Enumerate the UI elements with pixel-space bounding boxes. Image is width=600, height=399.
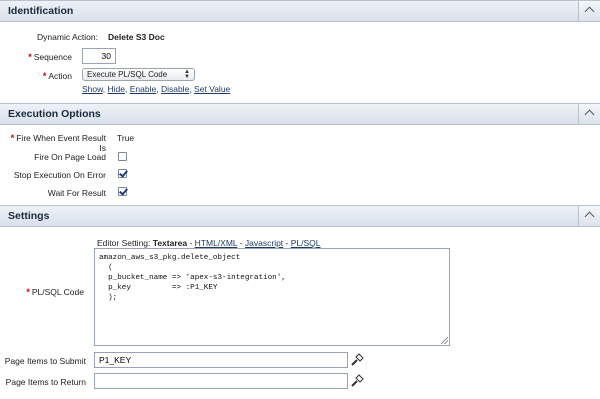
resize-grip-icon[interactable] xyxy=(441,337,448,344)
execution-options-header: Execution Options xyxy=(0,103,600,125)
items-to-submit-input[interactable] xyxy=(94,352,348,368)
required-marker: * xyxy=(10,133,15,143)
fire-when-value: True xyxy=(117,133,135,143)
chevron-up-icon xyxy=(584,6,595,17)
stop-on-error-label: Stop Execution On Error xyxy=(13,170,106,180)
plsql-code-label: * PL/SQL Code xyxy=(26,287,84,297)
editor-link-javascript[interactable]: Javascript xyxy=(245,238,283,248)
action-link-enable[interactable]: Enable xyxy=(130,84,156,94)
sequence-label: * Sequence xyxy=(28,52,72,62)
action-select[interactable]: Execute PL/SQL Code ▲ ▼ xyxy=(82,68,195,81)
fire-on-load-checkbox[interactable] xyxy=(118,152,127,161)
editor-setting-line: Editor Setting: Textarea - HTML/XML - Ja… xyxy=(97,238,321,248)
action-link-hide[interactable]: Hide xyxy=(108,84,125,94)
editor-setting-value: Textarea xyxy=(152,238,188,248)
chevron-up-icon xyxy=(584,211,595,222)
settings-collapse-button[interactable] xyxy=(578,206,600,226)
required-marker: * xyxy=(26,287,30,297)
settings-header: Settings xyxy=(0,205,600,227)
required-marker: * xyxy=(42,71,47,81)
sequence-input[interactable] xyxy=(82,48,116,64)
plsql-code-textarea[interactable]: amazon_aws_s3_pkg.delete_object ( p_buck… xyxy=(94,248,450,346)
items-to-submit-label: Page Items to Submit xyxy=(4,356,86,366)
fire-on-load-label: Fire On Page Load xyxy=(34,152,106,162)
identification-header: Identification xyxy=(0,0,600,22)
editor-link-plsql[interactable]: PL/SQL xyxy=(291,238,321,248)
action-quick-links: Show, Hide, Enable, Disable, Set Value xyxy=(82,84,231,94)
fire-when-label: * Fire When Event Result Is xyxy=(10,133,106,153)
flashlight-icon[interactable] xyxy=(350,374,364,388)
execution-options-collapse-button[interactable] xyxy=(578,104,600,124)
action-label: * Action xyxy=(42,71,72,81)
action-select-value: Execute PL/SQL Code xyxy=(87,70,168,79)
settings-title: Settings xyxy=(8,210,50,222)
select-arrows-icon: ▲ ▼ xyxy=(184,69,190,80)
action-link-show[interactable]: Show xyxy=(82,84,103,94)
action-link-disable[interactable]: Disable xyxy=(161,84,189,94)
required-marker: * xyxy=(28,52,32,62)
stop-on-error-checkbox[interactable] xyxy=(118,169,127,178)
wait-for-result-label: Wait For Result xyxy=(47,188,106,198)
execution-options-title: Execution Options xyxy=(8,108,101,120)
identification-title: Identification xyxy=(8,5,74,17)
dynamic-action-value: Delete S3 Doc xyxy=(108,32,165,42)
chevron-up-icon xyxy=(584,109,595,120)
wait-for-result-checkbox[interactable] xyxy=(118,187,127,196)
flashlight-icon[interactable] xyxy=(350,353,364,367)
items-to-return-input[interactable] xyxy=(94,373,348,389)
action-link-set-value[interactable]: Set Value xyxy=(194,84,230,94)
editor-link-html-xml[interactable]: HTML/XML xyxy=(195,238,238,248)
items-to-return-label: Page Items to Return xyxy=(5,377,86,387)
editor-setting-prefix: Editor Setting: xyxy=(97,238,151,248)
dynamic-action-label: Dynamic Action: xyxy=(37,32,98,42)
identification-collapse-button[interactable] xyxy=(578,1,600,21)
